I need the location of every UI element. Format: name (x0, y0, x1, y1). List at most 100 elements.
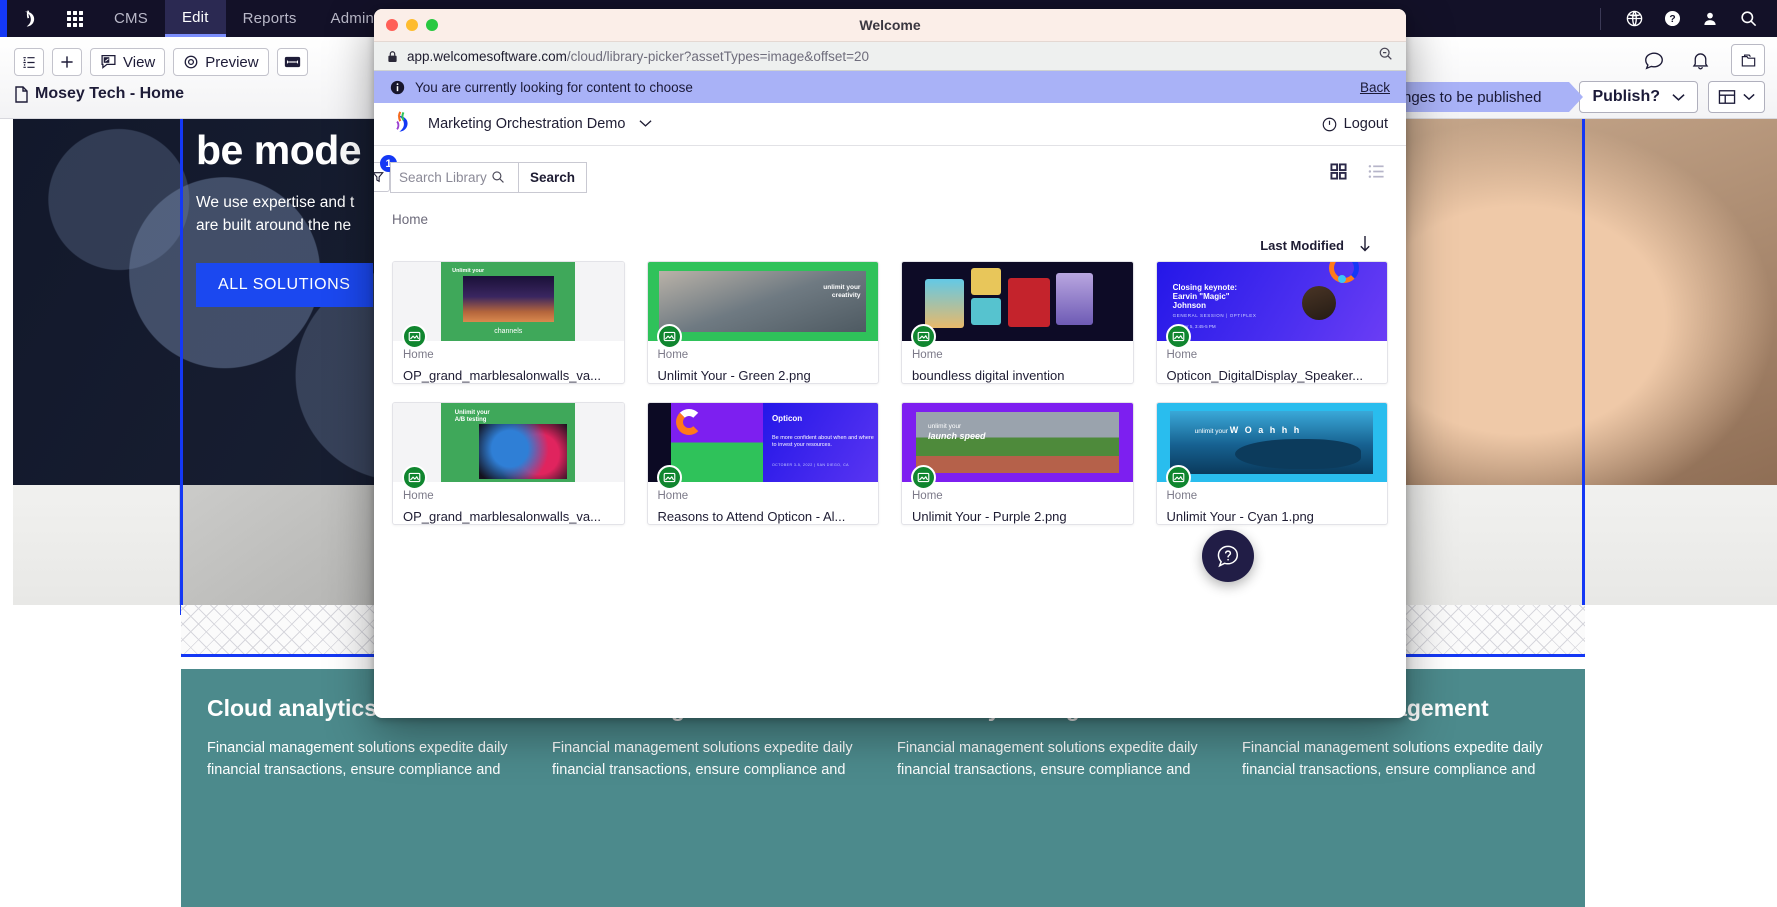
layout-icon (1718, 90, 1736, 104)
search-button[interactable]: Search (518, 161, 588, 193)
asset-name: boundless digital invention (912, 368, 1065, 383)
page-title: Mosey Tech - Home (35, 85, 185, 102)
asset-card[interactable]: Unlimit your A/B testing Home OP_grand_ma… (392, 402, 625, 525)
asset-card[interactable]: Unlimit your channels Home OP_grand_marb… (392, 261, 625, 384)
org-chevron-down-icon[interactable] (639, 115, 652, 133)
publish-button-label: Publish? (1592, 88, 1660, 105)
lock-icon (388, 50, 397, 62)
welcome-brand-icon (392, 110, 414, 139)
comment-icon[interactable] (1639, 45, 1669, 75)
asset-card[interactable]: unlimit your launch speed Home Unlimit Y… (901, 402, 1134, 525)
info-banner-text: You are currently looking for content to… (415, 79, 693, 95)
thumb-people-collage (902, 262, 1133, 341)
thumb-launch-speed: unlimit your launch speed (902, 403, 1133, 482)
preview-button-label: Preview (205, 53, 259, 71)
thumb-text-whale-1: unlimit your (1194, 427, 1228, 435)
asset-thumbnail: Unlimit your channels (393, 262, 624, 341)
thumb-keynote-magic: Closing keynote: Earvin "Magic" Johnson … (1156, 262, 1387, 341)
asset-card[interactable]: Closing keynote: Earvin "Magic" Johnson … (1155, 261, 1388, 384)
preview-button[interactable]: Preview (173, 48, 269, 76)
feature-column: Lead Management Financial management sol… (538, 695, 883, 907)
minimize-window-button[interactable] (406, 19, 418, 31)
image-icon (656, 465, 682, 490)
image-icon (402, 324, 427, 349)
brand-accent-bar (0, 0, 7, 37)
layout-button[interactable] (1708, 81, 1765, 113)
filter-button[interactable]: 1 (374, 155, 397, 192)
thumb-text-run-1: unlimit your (927, 422, 962, 430)
app-grid-icon[interactable] (53, 0, 97, 37)
nav-tab-edit[interactable]: Edit (164, 0, 226, 37)
library-picker-window: Welcome app.welcomesoftware.com/cloud/li… (374, 9, 1406, 718)
info-icon (390, 80, 405, 94)
view-button[interactable]: View (90, 48, 166, 76)
welcome-logo-icon[interactable] (7, 0, 53, 37)
org-header: Marketing Orchestration Demo Logout (374, 103, 1406, 146)
thumb-text-keynote-1: Closing keynote: (1172, 282, 1238, 292)
eye-icon (184, 55, 198, 69)
window-title-bar[interactable]: Welcome (374, 9, 1406, 42)
thumb-unlimit-channels: Unlimit your channels (393, 262, 624, 341)
asset-card[interactable]: unlimit your creativity Home Unlimit Your… (646, 261, 879, 384)
url-path: /cloud/library-picker?assetTypes=image&o… (566, 48, 869, 64)
user-icon[interactable] (1691, 0, 1729, 37)
asset-card[interactable]: Home boundless digital invention (901, 261, 1134, 384)
responsive-width-button[interactable] (276, 48, 308, 76)
asset-name: OP_grand_marblesalonwalls_va... (403, 509, 601, 524)
grid-view-icon[interactable] (1326, 159, 1350, 183)
thumb-text-run-2: launch speed (927, 431, 986, 442)
info-banner: You are currently looking for content to… (374, 71, 1406, 103)
asset-meta: Home OP_grand_marblesalonwalls_va... (393, 482, 624, 524)
bell-icon[interactable] (1685, 45, 1715, 75)
add-button[interactable] (52, 48, 82, 76)
asset-card[interactable]: unlimit your W O a h h h Home Unlimit Yo… (1155, 402, 1388, 525)
url-domain: app.welcomesoftware.com (407, 48, 567, 64)
nav-tab-reports[interactable]: Reports (226, 0, 314, 37)
thumb-text-keynote-3: Johnson (1172, 301, 1206, 311)
close-window-button[interactable] (386, 19, 398, 31)
help-question-icon[interactable] (1202, 530, 1254, 582)
feature-body: Financial management solutions expedite … (207, 740, 508, 779)
search-input[interactable] (399, 169, 491, 185)
image-icon (402, 465, 427, 490)
document-icon (15, 85, 28, 103)
list-view-icon[interactable] (1364, 159, 1388, 183)
help-circle-icon[interactable]: ? (1653, 0, 1691, 37)
search-input-wrapper[interactable] (390, 161, 518, 193)
sort-direction-arrow-down-icon[interactable] (1358, 235, 1372, 258)
publish-button[interactable]: Publish? (1579, 81, 1698, 113)
selection-guide-left-2 (180, 485, 183, 615)
globe-icon[interactable] (1615, 0, 1653, 37)
asset-meta: Home Unlimit Your - Purple 2.png (902, 482, 1133, 524)
search-row: 1 Search (374, 146, 1406, 196)
search-icon[interactable] (1729, 0, 1767, 37)
asset-thumbnail: Unlimit your A/B testing (393, 403, 624, 482)
thumb-kitchen-creativity: unlimit your creativity (647, 262, 878, 341)
nav-tab-cms[interactable]: CMS (97, 0, 165, 37)
asset-thumbnail: Closing keynote: Earvin "Magic" Johnson … (1156, 262, 1387, 341)
logout-label: Logout (1343, 116, 1388, 132)
page-tree-button[interactable] (14, 48, 44, 76)
all-solutions-button[interactable]: ALL SOLUTIONS (196, 262, 373, 307)
feature-body: Financial management solutions expedite … (1242, 740, 1543, 779)
maximize-window-button[interactable] (426, 19, 438, 31)
thumb-text-creativity-1: unlimit your (823, 284, 861, 292)
asset-name: Unlimit Your - Green 2.png (657, 368, 811, 383)
search-icon (492, 171, 504, 183)
browser-url-bar[interactable]: app.welcomesoftware.com/cloud/library-pi… (374, 42, 1406, 71)
asset-card[interactable]: Opticon Be more confident about when and… (646, 402, 879, 525)
sort-row: Last Modified (374, 227, 1406, 261)
folder-icon[interactable] (1731, 44, 1765, 76)
view-button-label: View (123, 53, 156, 71)
logout-button[interactable]: Logout (1322, 116, 1388, 132)
back-link[interactable]: Back (1360, 80, 1390, 95)
feature-body: Financial management solutions expedite … (552, 740, 853, 779)
zoom-out-icon[interactable] (1378, 46, 1393, 66)
filter-icon (374, 172, 384, 183)
chevron-down-icon (1743, 93, 1755, 101)
asset-location: Home (403, 349, 434, 361)
feature-column: Financial Management Financial managemen… (1228, 695, 1573, 907)
image-icon (911, 465, 936, 490)
sort-label[interactable]: Last Modified (1260, 238, 1344, 253)
breadcrumb[interactable]: Home (374, 196, 1406, 227)
